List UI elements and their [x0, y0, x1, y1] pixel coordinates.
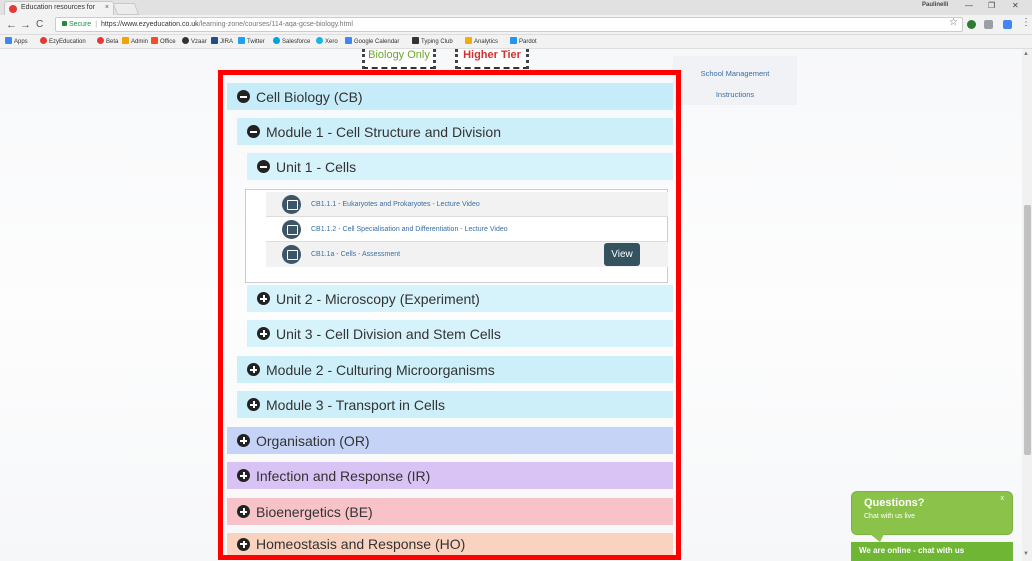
twitter-icon [238, 37, 245, 44]
forward-icon[interactable]: → [20, 18, 31, 32]
bookmark-beta[interactable]: Beta [97, 37, 118, 47]
collapse-icon [247, 125, 260, 138]
chat-bubble[interactable]: Questions? Chat with us live x [851, 491, 1013, 542]
jira-icon [211, 37, 218, 44]
expand-icon [237, 434, 250, 447]
expand-icon [257, 292, 270, 305]
expand-icon [237, 505, 250, 518]
chat-online-bar[interactable]: We are online - chat with us [851, 542, 1013, 561]
topic-homeostasis[interactable]: Homeostasis and Response (HO) [227, 533, 673, 555]
back-icon[interactable]: ← [6, 18, 17, 32]
collapse-icon [237, 90, 250, 103]
expand-icon [237, 537, 250, 551]
bookmark-analytics[interactable]: Analytics [465, 37, 498, 47]
bookmark-ezyeducation[interactable]: EzyEducation [40, 37, 86, 47]
bookmark-salesforce[interactable]: Salesforce [273, 37, 310, 47]
joomla-icon [122, 37, 129, 44]
scrollbar-thumb[interactable] [1024, 205, 1031, 455]
unit-1-lessons: CB1.1.1 - Eukaryotes and Prokaryotes - L… [245, 189, 668, 283]
instructions-link[interactable]: Instructions [673, 90, 797, 99]
assessment-icon [282, 245, 301, 264]
bookmark-pardot[interactable]: Pardot [510, 37, 537, 47]
topic-cell-biology[interactable]: Cell Biology (CB) [227, 83, 673, 110]
scroll-up-icon[interactable]: ▲ [1023, 51, 1029, 57]
biology-only-badge: Biology Only [362, 49, 436, 69]
chat-subtitle: Chat with us live [864, 513, 915, 520]
module-2[interactable]: Module 2 - Culturing Microorganisms [237, 356, 673, 383]
topic-infection-response[interactable]: Infection and Response (IR) [227, 462, 673, 489]
profile-name[interactable]: Paulinelli [922, 2, 948, 8]
tab-title: Education resources for [21, 4, 95, 11]
bookmark-typing-club[interactable]: Typing Club [412, 37, 453, 47]
bookmark-xero[interactable]: Xero [316, 37, 338, 47]
module-1[interactable]: Module 1 - Cell Structure and Division [237, 118, 673, 145]
expand-icon [247, 363, 260, 376]
view-button[interactable]: View [604, 243, 640, 266]
expand-icon [237, 469, 250, 482]
unit-1[interactable]: Unit 1 - Cells [247, 153, 673, 180]
browser-tab[interactable]: Education resources for × [4, 1, 114, 15]
typing-club-icon [412, 37, 419, 44]
lesson-link[interactable]: CB1.1.1 - Eukaryotes and Prokaryotes - L… [311, 201, 480, 208]
maximize-icon[interactable]: ❐ [988, 1, 995, 10]
lesson-row[interactable]: CB1.1.2 - Cell Specialisation and Differ… [266, 217, 668, 242]
browser-menu-icon[interactable]: ⋮ [1021, 17, 1031, 28]
topic-organisation[interactable]: Organisation (OR) [227, 427, 673, 454]
lesson-row[interactable]: CB1.1a - Cells - Assessment View [266, 242, 668, 267]
lock-icon [62, 21, 67, 26]
extension-green-icon[interactable] [967, 20, 976, 29]
unit-2[interactable]: Unit 2 - Microscopy (Experiment) [247, 285, 673, 312]
new-tab-button[interactable] [112, 3, 140, 15]
vzaar-icon [182, 37, 189, 44]
scroll-down-icon[interactable]: ▼ [1023, 551, 1029, 557]
bookmark-apps[interactable]: Apps [5, 37, 28, 47]
module-3[interactable]: Module 3 - Transport in Cells [237, 391, 673, 418]
expand-icon [247, 398, 260, 411]
school-management-link[interactable]: School Management [673, 69, 797, 78]
video-lesson-icon [282, 219, 301, 239]
analytics-icon [465, 37, 472, 44]
side-panel: School Management Instructions [673, 56, 797, 105]
salesforce-icon [273, 37, 280, 44]
bookmark-vzaar[interactable]: Vzaar [182, 37, 207, 47]
unit-3[interactable]: Unit 3 - Cell Division and Stem Cells [247, 320, 673, 347]
bookmark-admin[interactable]: Admin [122, 37, 148, 47]
address-toolbar: ← → C Secure | https://www.ezyeducation.co… [0, 15, 1032, 35]
url-input[interactable]: Secure | https://www.ezyeducation.co.uk/le… [55, 17, 963, 32]
minimize-icon[interactable]: — [965, 1, 973, 10]
calendar-icon [345, 37, 352, 44]
url-host: https://www.ezyeducation.co.uk [101, 21, 199, 28]
office-icon [151, 37, 158, 44]
chat-title: Questions? [864, 497, 925, 509]
bookmark-jira[interactable]: JIRA [211, 37, 233, 47]
secure-label: Secure [69, 21, 92, 28]
bookmark-office[interactable]: Office [151, 37, 176, 47]
expand-icon [257, 327, 270, 340]
lesson-link[interactable]: CB1.1a - Cells - Assessment [311, 251, 400, 258]
higher-tier-badge: Higher Tier [455, 49, 529, 69]
lesson-row[interactable]: CB1.1.1 - Eukaryotes and Prokaryotes - L… [266, 192, 668, 217]
url-path: /learning-zone/courses/114-aqa-gcse-biol… [198, 21, 353, 28]
video-lesson-icon [282, 194, 301, 214]
collapse-icon [257, 160, 270, 173]
close-window-icon[interactable]: ✕ [1012, 1, 1019, 10]
ezyeducation-icon [40, 37, 47, 44]
pardot-icon [510, 37, 517, 44]
bookmark-twitter[interactable]: Twitter [238, 37, 265, 47]
bookmarks-bar: Apps EzyEducation Beta Admin Office Vzaa… [0, 35, 1032, 49]
site-favicon-icon [9, 5, 17, 13]
bookmark-google-calendar[interactable]: Google Calendar [345, 37, 399, 47]
topic-bioenergetics[interactable]: Bioenergetics (BE) [227, 498, 673, 525]
reload-icon[interactable]: C [36, 18, 43, 32]
beta-icon [97, 37, 104, 44]
lesson-link[interactable]: CB1.1.2 - Cell Specialisation and Differ… [311, 226, 508, 233]
bookmark-star-icon[interactable]: ☆ [949, 17, 958, 28]
cast-icon[interactable] [984, 20, 993, 29]
tab-close-icon[interactable]: × [105, 2, 109, 14]
xero-icon [316, 37, 323, 44]
browser-tab-strip: Education resources for × Paulinelli — ❐… [0, 0, 1032, 15]
extension-multicolor-icon[interactable] [1003, 20, 1012, 29]
apps-grid-icon [5, 37, 12, 44]
chat-close-icon[interactable]: x [1001, 495, 1005, 502]
